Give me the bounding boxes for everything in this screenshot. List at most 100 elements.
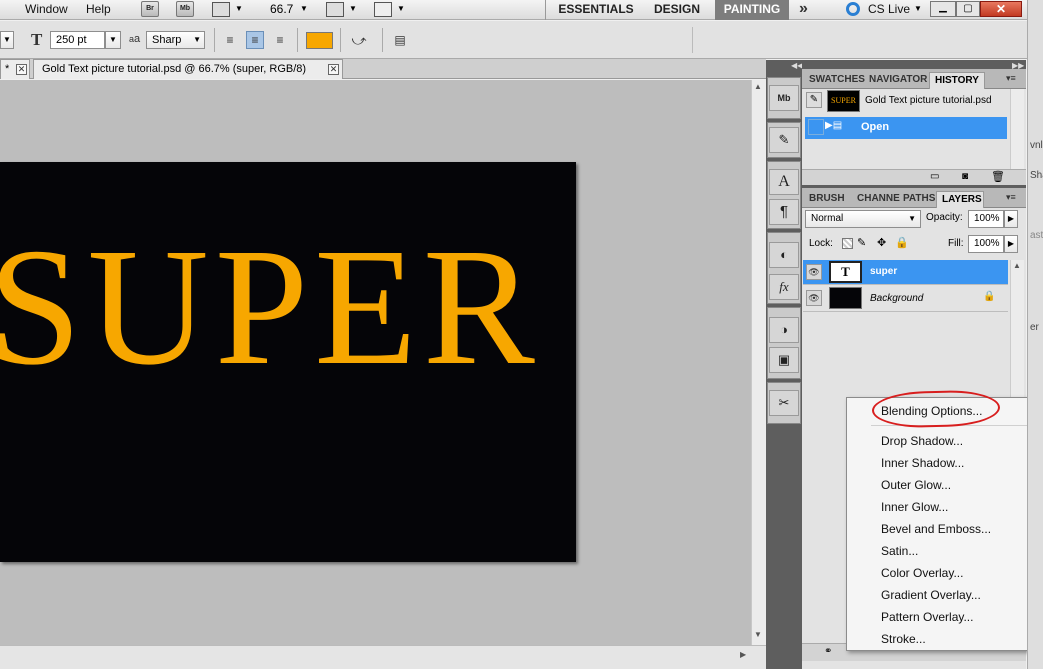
tab-history[interactable]: HISTORY [929,72,985,89]
visibility-eye-icon[interactable]: 👁 [806,264,822,280]
tool-presets-icon[interactable]: ✂ [769,390,799,416]
workspace-essentials[interactable]: ESSENTIALS [553,0,639,20]
brush-presets-icon[interactable]: ✎ [769,127,799,153]
menu-item-gradient-overlay[interactable]: Gradient Overlay... [881,588,981,602]
edge-text: ast [1030,230,1043,241]
options-bar: ▼ T 250 pt ▼ aa Sharp ▼ ≡ ≡ ≡ ⤻ ▤ [0,21,1028,59]
trash-icon[interactable]: 🗑 [991,170,1005,183]
scroll-up-icon[interactable]: ▲ [754,82,762,91]
masks-icon[interactable]: ◑ [769,317,799,343]
menu-item-bevel-and-emboss[interactable]: Bevel and Emboss... [881,522,991,536]
panel-menu-icon[interactable]: ▾≡ [1006,73,1016,84]
align-center-icon[interactable]: ≡ [246,31,264,49]
close-icon[interactable]: ✕ [16,64,27,75]
tab-paths[interactable]: PATHS [898,191,936,208]
chevron-down-icon: ▼ [235,4,243,13]
opacity-field[interactable]: 100% [968,210,1004,228]
tab-brush[interactable]: BRUSH F [804,191,852,220]
font-size-field[interactable]: 250 pt [50,31,105,49]
tab-navigator[interactable]: NAVIGATOR [864,72,928,89]
minimize-button[interactable]: ▁ [930,1,956,17]
character-icon[interactable]: A [769,169,799,195]
visibility-eye-icon[interactable]: 👁 [806,290,822,306]
menu-item-pattern-overlay[interactable]: Pattern Overlay... [881,610,973,624]
fill-slider-button[interactable]: ▶ [1004,235,1018,253]
text-color-swatch[interactable] [306,32,333,49]
tab-previous-document[interactable]: * ✕ [0,59,30,79]
layer-style-menu: Blending Options... Drop Shadow... Inner S… [846,397,1040,651]
menu-item-inner-glow[interactable]: Inner Glow... [881,500,948,514]
lock-position-icon[interactable]: ✥ [877,236,886,249]
menu-item-satin[interactable]: Satin... [881,544,918,558]
menu-item-stroke[interactable]: Stroke... [881,632,926,646]
chevron-down-icon: ▼ [349,4,357,13]
minibridge-panel-icon[interactable]: Mb [769,85,799,111]
close-button[interactable]: ✕ [980,1,1022,17]
layers-panel-tabs: BRUSH F CHANNE PATHS LAYERS ▾≡ [802,188,1026,220]
tab-swatches[interactable]: SWATCHES [804,72,865,89]
bridge-icon[interactable]: Br [141,1,159,17]
tab-channels[interactable]: CHANNE [852,191,900,208]
new-document-icon[interactable]: ▭ [930,171,939,182]
edge-text: vnl [1030,140,1043,151]
horizontal-scrollbar[interactable]: ▶ [0,645,766,669]
scroll-right-icon[interactable]: ▶ [740,650,746,659]
restore-button[interactable]: ▢ [956,1,980,17]
more-workspaces-icon[interactable]: » [799,0,808,18]
document-tabs: * ✕ Gold Text picture tutorial.psd @ 66.… [0,59,766,79]
tab-active-document[interactable]: Gold Text picture tutorial.psd @ 66.7% (… [33,59,343,79]
minibridge-icon[interactable]: Mb [176,1,194,17]
divider [297,28,298,52]
link-layers-icon[interactable]: ⚭ [824,646,832,657]
divider [340,28,341,52]
blend-mode-select[interactable]: Normal ▼ [805,210,921,228]
source-checkbox[interactable] [808,119,824,135]
clone-source-icon[interactable]: ▣ [769,347,799,373]
cs-live-button[interactable]: CS Live [868,2,910,16]
close-icon[interactable]: ✕ [328,64,339,75]
adjustments-icon[interactable]: ◐ [769,242,799,268]
menu-item-drop-shadow[interactable]: Drop Shadow... [881,434,963,448]
zoom-level[interactable]: 66.7 [270,2,293,16]
font-size-dropdown[interactable]: ▼ [105,31,121,49]
lock-all-icon[interactable]: 🔒 [895,236,909,249]
opacity-slider-button[interactable]: ▶ [1004,210,1018,228]
menu-item-color-overlay[interactable]: Color Overlay... [881,566,963,580]
paragraph-icon[interactable]: ¶ [769,199,799,225]
document-canvas[interactable]: SUPER [0,162,576,562]
menu-window[interactable]: Window [25,2,68,16]
workspace-design[interactable]: DESIGN [648,0,706,20]
layer-row-super[interactable]: 👁 T super [803,260,1008,285]
tab-layers[interactable]: LAYERS [936,191,984,208]
snapshot-brush-icon[interactable]: ✎ [806,92,822,108]
history-scrollbar[interactable] [1010,89,1024,169]
arrange-documents-icon[interactable] [326,2,344,17]
layer-row-background[interactable]: 👁 Background 🔒 [803,285,1008,312]
view-extras-icon[interactable] [212,2,230,17]
snapshot-camera-icon[interactable]: ◙ [962,171,968,182]
align-right-icon[interactable]: ≡ [271,31,289,49]
snapshot-label[interactable]: Gold Text picture tutorial.psd [865,95,992,106]
cs-live-icon [846,2,860,16]
document-workspace[interactable]: SUPER [0,80,751,645]
panel-menu-icon[interactable]: ▾≡ [1006,192,1016,203]
scroll-down-icon[interactable]: ▼ [754,630,762,639]
menu-item-outer-glow[interactable]: Outer Glow... [881,478,951,492]
tool-preset-dropdown[interactable]: ▼ [0,31,14,49]
lock-image-icon[interactable]: ✎ [857,236,866,249]
vertical-scrollbar[interactable]: ▲ ▼ [751,80,766,645]
lock-transparency-icon[interactable] [842,238,853,249]
menu-help[interactable]: Help [86,2,111,16]
screen-mode-icon[interactable] [374,2,392,17]
styles-fx-icon[interactable]: fx [769,274,799,300]
history-panel: ✎ SUPER Gold Text picture tutorial.psd ▶… [802,89,1026,185]
history-state-open[interactable]: ▶▤ Open [805,117,1007,139]
fill-field[interactable]: 100% [968,235,1004,253]
antialias-select[interactable]: Sharp ▼ [146,31,205,49]
warp-text-icon[interactable]: ⤻ [350,31,368,49]
scroll-up-icon[interactable]: ▲ [1013,261,1021,270]
menu-item-inner-shadow[interactable]: Inner Shadow... [881,456,964,470]
workspace-painting[interactable]: PAINTING [715,0,789,20]
align-left-icon[interactable]: ≡ [221,31,239,49]
character-panel-icon[interactable]: ▤ [391,31,409,49]
